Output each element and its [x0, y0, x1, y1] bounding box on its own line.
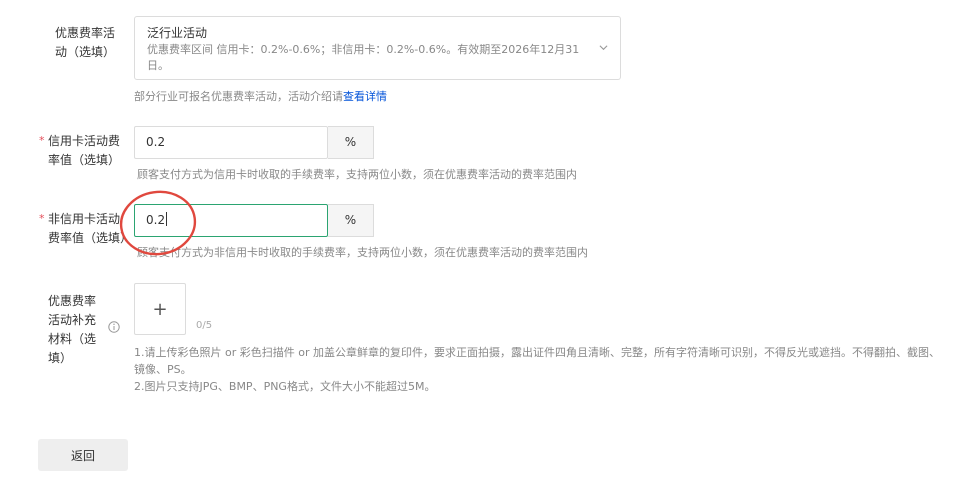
credit-rate-unit: % — [328, 126, 374, 159]
upload-button[interactable]: + — [134, 283, 186, 335]
materials-label: 优惠费率活动补充材料（选填） — [48, 294, 97, 365]
upload-count: 0/5 — [196, 320, 213, 331]
info-icon[interactable] — [108, 321, 120, 333]
noncredit-rate-value: 0.2 — [146, 213, 166, 227]
noncredit-rate-label: 非信用卡活动费率值（选填） — [48, 212, 133, 245]
upload-note-2: 2.图片只支持JPG、BMP、PNG格式，文件大小不能超过5M。 — [134, 380, 436, 393]
view-details-link[interactable]: 查看详情 — [343, 90, 387, 103]
upload-note-1: 1.请上传彩色照片 or 彩色扫描件 or 加盖公章鲜章的复印件，要求正面拍摄，… — [134, 346, 940, 376]
plus-icon: + — [152, 298, 168, 320]
noncredit-rate-help: 顾客支付方式为非信用卡时收取的手续费率，支持两位小数，须在优惠费率活动的费率范围… — [137, 246, 588, 259]
noncredit-rate-required-mark: * — [39, 212, 45, 225]
credit-rate-required-mark: * — [39, 134, 45, 147]
promo-activity-selected-title: 泛行业活动 — [147, 26, 208, 40]
text-caret — [166, 212, 168, 226]
noncredit-rate-input[interactable]: 0.2 — [134, 204, 328, 237]
promo-activity-selected-desc: 优惠费率区间 信用卡：0.2%-0.6%；非信用卡：0.2%-0.6%。有效期至… — [147, 43, 580, 72]
noncredit-rate-unit: % — [328, 204, 374, 237]
chevron-down-icon[interactable] — [599, 43, 608, 52]
promo-activity-label: 优惠费率活动（选填） — [54, 26, 115, 59]
credit-rate-help: 顾客支付方式为信用卡时收取的手续费率，支持两位小数，须在优惠费率活动的费率范围内 — [137, 168, 577, 181]
promo-activity-help-text: 部分行业可报名优惠费率活动，活动介绍请 — [134, 90, 343, 103]
credit-rate-input[interactable]: 0.2 — [134, 126, 328, 159]
promo-activity-select[interactable]: 泛行业活动 优惠费率区间 信用卡：0.2%-0.6%；非信用卡：0.2%-0.6… — [134, 16, 621, 80]
upload-notes: 1.请上传彩色照片 or 彩色扫描件 or 加盖公章鲜章的复印件，要求正面拍摄，… — [134, 344, 944, 395]
credit-rate-label: 信用卡活动费率值（选填） — [48, 134, 121, 167]
back-button[interactable]: 返回 — [38, 439, 128, 471]
promo-activity-help: 部分行业可报名优惠费率活动，活动介绍请查看详情 — [134, 89, 387, 105]
